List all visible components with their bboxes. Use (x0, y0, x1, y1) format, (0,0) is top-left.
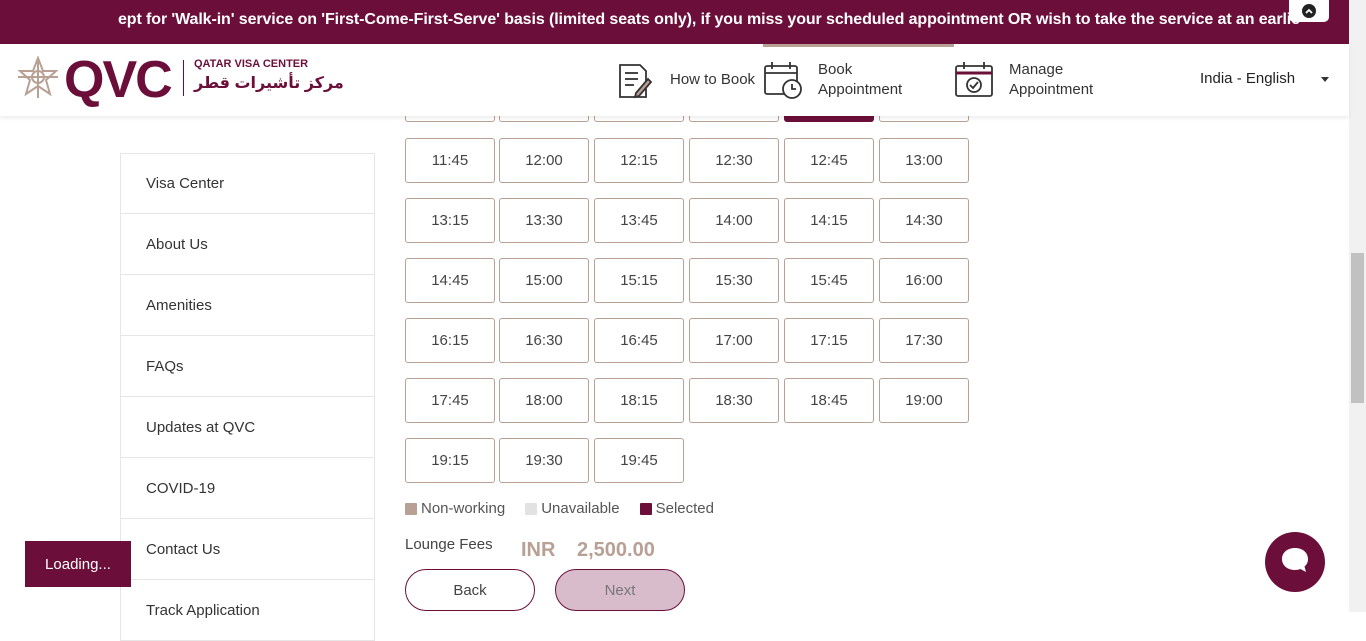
time-slot[interactable]: 14:15 (784, 198, 874, 243)
time-slot[interactable]: 15:15 (594, 258, 684, 303)
time-slot[interactable]: 18:15 (594, 378, 684, 423)
nav-book-appointment[interactable]: Book Appointment (762, 44, 918, 116)
side-menu-item[interactable]: Track Application (120, 580, 375, 641)
time-slot[interactable]: 19:45 (594, 438, 684, 483)
side-menu-item[interactable]: Updates at QVC (120, 397, 375, 458)
chat-bubble-icon (1280, 546, 1310, 579)
legend-unavailable: Unavailable (525, 500, 620, 517)
slot-legend: Non-working Unavailable Selected (405, 500, 734, 517)
time-slot[interactable]: 15:30 (689, 258, 779, 303)
side-menu-item[interactable]: FAQs (120, 336, 375, 397)
legend-non-working: Non-working (405, 500, 505, 517)
time-slot[interactable]: 16:15 (405, 318, 495, 363)
time-slot[interactable]: 19:15 (405, 438, 495, 483)
qvc-star-logo-icon[interactable] (16, 55, 60, 105)
legend-label: Non-working (421, 500, 506, 517)
site-header: QVC QATAR VISA CENTER مركز تأشيرات قطر H… (0, 44, 1349, 116)
legend-label: Selected (655, 500, 714, 517)
next-button[interactable]: Next (555, 569, 685, 611)
time-slot[interactable]: 16:45 (594, 318, 684, 363)
chat-button[interactable] (1265, 532, 1325, 592)
legend-swatch (405, 502, 417, 515)
time-slot[interactable]: 17:15 (784, 318, 874, 363)
calendar-check-icon (953, 59, 995, 101)
time-slot[interactable]: 17:00 (689, 318, 779, 363)
time-slot[interactable]: 17:45 (405, 378, 495, 423)
lounge-fees-currency: INR (521, 539, 556, 561)
time-slot[interactable]: 19:30 (499, 438, 589, 483)
time-slot[interactable]: 18:00 (499, 378, 589, 423)
nav-how-to-book[interactable]: How to Book (614, 44, 770, 116)
side-menu-item[interactable]: Contact Us (120, 519, 375, 580)
caret-down-icon[interactable] (1321, 77, 1329, 82)
time-slot[interactable]: 14:45 (405, 258, 495, 303)
time-slot[interactable]: 18:30 (689, 378, 779, 423)
logo-divider (183, 60, 184, 96)
ticker-toggle-button[interactable] (1289, 0, 1329, 22)
legend-label: Unavailable (541, 500, 620, 517)
time-slot[interactable]: 18:45 (784, 378, 874, 423)
nav-manage-appointment-label: Manage Appointment (1009, 61, 1094, 98)
side-menu: Visa Center About Us Amenities FAQs Upda… (120, 153, 375, 641)
time-slot[interactable]: 13:45 (594, 198, 684, 243)
time-slot[interactable]: 15:00 (499, 258, 589, 303)
time-slot[interactable]: 17:30 (879, 318, 969, 363)
loading-indicator: Loading... (25, 541, 131, 587)
time-slot[interactable]: 16:30 (499, 318, 589, 363)
time-slot[interactable]: 15:45 (784, 258, 874, 303)
side-menu-item[interactable]: Visa Center (120, 153, 375, 214)
chevron-up-icon (1302, 4, 1316, 18)
time-slot[interactable]: 14:30 (879, 198, 969, 243)
side-menu-item[interactable]: About Us (120, 214, 375, 275)
nav-book-appointment-label: Book Appointment (818, 61, 903, 98)
document-pen-icon (614, 59, 656, 101)
legend-swatch (639, 502, 652, 515)
time-slot[interactable]: 14:00 (689, 198, 779, 243)
back-button[interactable]: Back (405, 569, 535, 611)
side-menu-item[interactable]: COVID-19 (120, 458, 375, 519)
calendar-clock-icon (762, 59, 804, 101)
language-selector[interactable]: India - English (1200, 70, 1295, 87)
time-slot[interactable]: 13:00 (879, 138, 969, 183)
page-scrollbar-thumb[interactable] (1351, 253, 1364, 403)
ticker-text: ept for 'Walk-in' service on 'First-Come… (118, 11, 1300, 28)
time-slot[interactable]: 11:45 (405, 138, 495, 183)
time-slot[interactable]: 19:00 (879, 378, 969, 423)
time-slot[interactable]: 12:45 (784, 138, 874, 183)
side-menu-item[interactable]: Amenities (120, 275, 375, 336)
time-slot[interactable]: 13:30 (499, 198, 589, 243)
nav-how-to-book-label: How to Book (670, 71, 756, 88)
lounge-fees-amount: 2,500.00 (577, 539, 655, 561)
logo-english-name: QATAR VISA CENTER (194, 58, 309, 70)
logo-arabic-name: مركز تأشيرات قطر (194, 75, 344, 92)
legend-swatch (525, 502, 538, 515)
announcement-ticker: ept for 'Walk-in' service on 'First-Come… (0, 0, 1349, 44)
legend-selected: Selected (639, 500, 714, 517)
time-slot[interactable]: 12:00 (499, 138, 589, 183)
nav-manage-appointment[interactable]: Manage Appointment (953, 44, 1109, 116)
time-slot[interactable]: 13:15 (405, 198, 495, 243)
time-slot[interactable]: 12:30 (689, 138, 779, 183)
lounge-fees-label: Lounge Fees (405, 536, 493, 553)
time-slot[interactable]: 16:00 (879, 258, 969, 303)
time-slot[interactable]: 12:15 (594, 138, 684, 183)
qvc-logo-text[interactable]: QVC (64, 50, 173, 110)
